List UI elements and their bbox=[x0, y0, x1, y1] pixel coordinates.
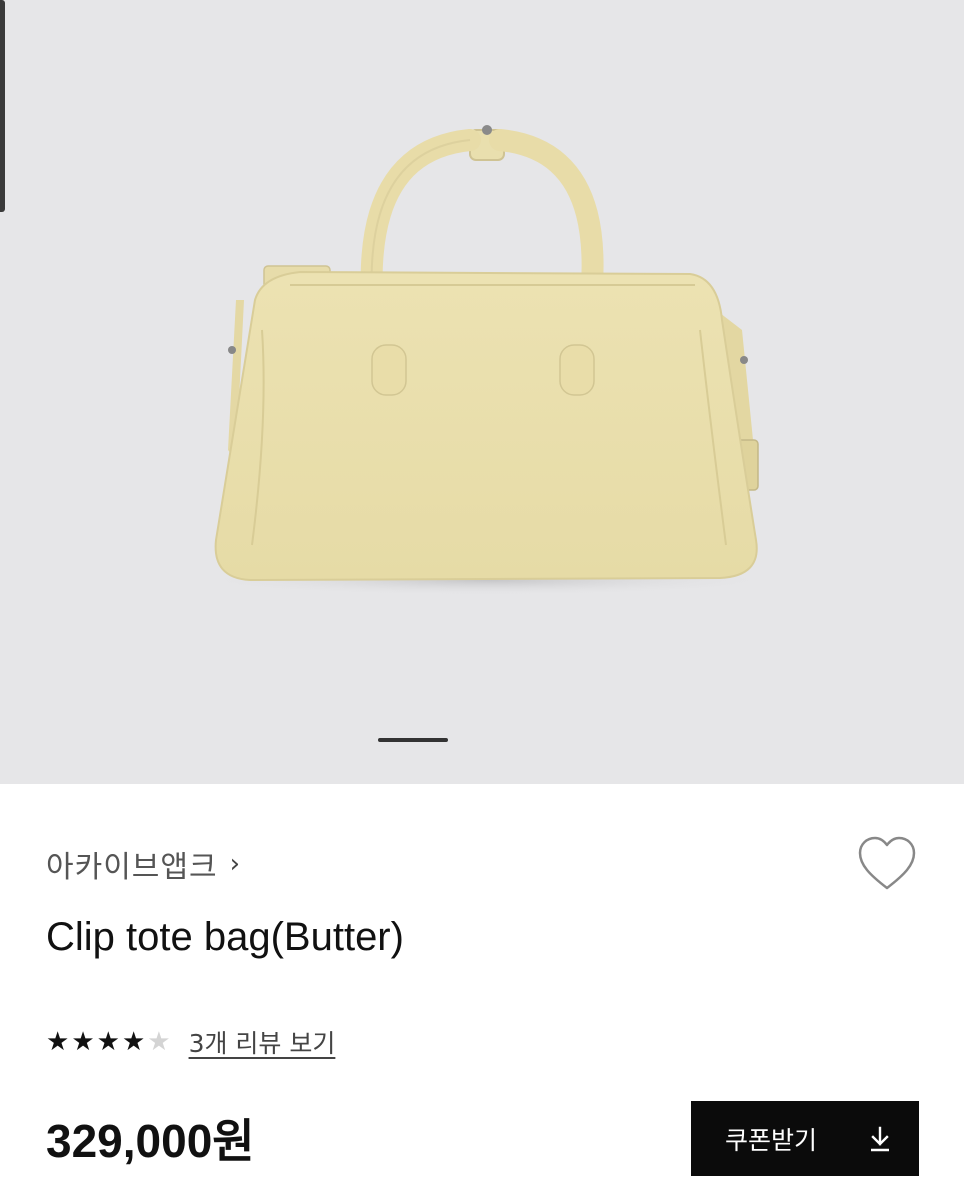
heart-outline-icon bbox=[858, 836, 916, 890]
wishlist-button[interactable] bbox=[856, 835, 918, 893]
review-link[interactable]: 3개 리뷰 보기 bbox=[189, 1024, 336, 1060]
coupon-button[interactable]: 쿠폰받기 bbox=[691, 1101, 919, 1176]
chevron-right-icon: › bbox=[229, 849, 242, 879]
product-title: Clip tote bag(Butter) bbox=[46, 915, 404, 959]
product-image bbox=[186, 125, 786, 596]
star-empty-icon: ★ bbox=[147, 1027, 171, 1057]
star-icon: ★ bbox=[96, 1027, 120, 1057]
star-icon: ★ bbox=[121, 1027, 146, 1057]
slide-indicator[interactable] bbox=[378, 738, 448, 742]
brand-name: 아카이브앱크 bbox=[46, 850, 218, 885]
product-price: 329,000원 bbox=[46, 1115, 255, 1167]
brand-link[interactable]: 아카이브앱크 › bbox=[46, 842, 241, 886]
download-icon bbox=[871, 1126, 889, 1151]
star-icon: ★ bbox=[71, 1027, 95, 1057]
rating-stars: ★ ★ ★ ★ ★ bbox=[46, 1027, 171, 1057]
coupon-button-label: 쿠폰받기 bbox=[725, 1125, 818, 1155]
rating-row: ★ ★ ★ ★ ★ 3개 리뷰 보기 bbox=[46, 1024, 335, 1060]
star-icon: ★ bbox=[46, 1027, 70, 1057]
product-image-gallery[interactable] bbox=[0, 0, 964, 784]
